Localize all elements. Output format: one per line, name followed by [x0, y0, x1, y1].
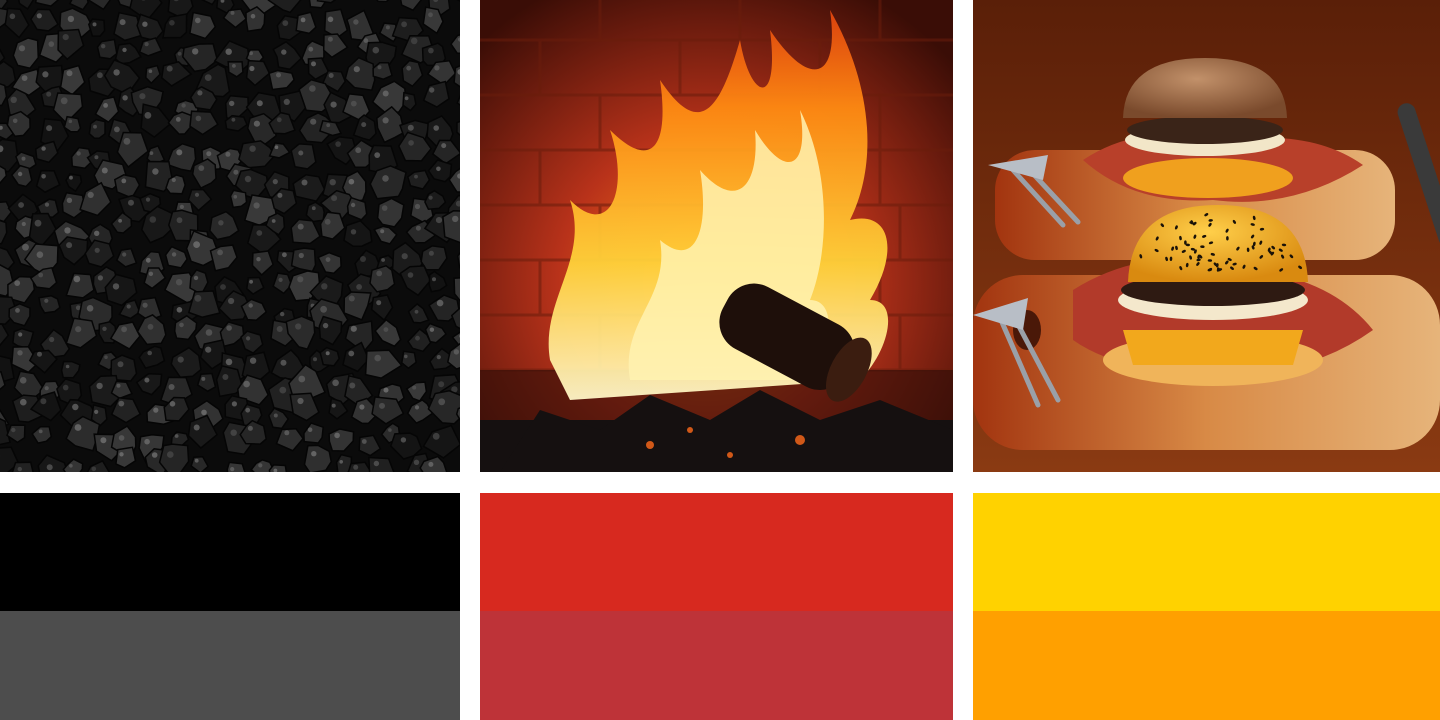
swatch-burger-secondary — [973, 611, 1440, 720]
coal-photo — [0, 0, 460, 472]
swatch-coal-primary — [0, 493, 460, 611]
swatch-coal-secondary — [0, 611, 460, 720]
burger-photo — [973, 0, 1440, 472]
burgers-image — [973, 0, 1440, 472]
coal-image — [0, 0, 460, 472]
swatch-burger-primary — [973, 493, 1440, 611]
swatch-fire-secondary — [480, 611, 953, 720]
swatch-fire-primary — [480, 493, 953, 611]
fire-photo — [480, 0, 953, 472]
fireplace-image — [480, 0, 953, 472]
